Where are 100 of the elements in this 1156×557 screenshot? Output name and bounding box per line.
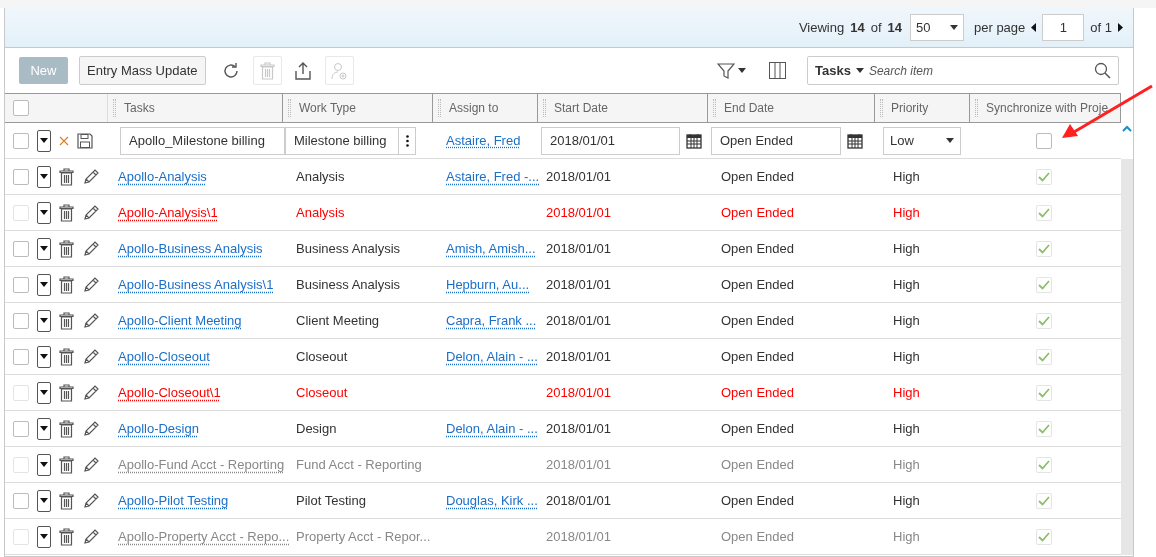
row-checkbox[interactable] [13,240,29,257]
row-menu-button[interactable] [37,273,51,296]
trash-icon[interactable] [59,275,74,294]
row-checkbox[interactable] [13,312,29,329]
start-date-field[interactable]: 2018/01/01 [541,126,680,155]
edit-icon[interactable] [82,239,100,258]
task-link[interactable]: Apollo-Pilot Testing [118,492,229,508]
filter-button[interactable] [717,61,746,80]
work-type-field[interactable]: Milestone billing [285,126,399,155]
trash-icon[interactable] [59,491,74,510]
sync-checkbox[interactable] [1035,132,1052,149]
search-bar[interactable]: Tasks Search item [807,56,1119,85]
column-header[interactable]: End Date [724,99,775,117]
row-menu-button[interactable] [37,417,51,440]
row-menu-button[interactable] [37,165,51,188]
trash-icon[interactable] [59,383,74,402]
assignee-link[interactable]: Douglas, Kirk ... [446,492,538,508]
assignee-link[interactable]: Delon, Alain - ... [446,348,538,364]
row-checkbox[interactable] [13,348,29,365]
entry-mass-update-button[interactable]: Entry Mass Update [79,56,206,85]
task-name-field[interactable]: Apollo_Milestone billing [120,126,285,155]
task-link[interactable]: Apollo-Closeout\1 [118,384,221,400]
trash-icon[interactable] [59,311,74,330]
column-header[interactable]: Tasks [124,99,155,117]
column-header[interactable]: Start Date [554,99,609,117]
trash-icon[interactable] [59,347,74,366]
trash-icon[interactable] [59,167,74,186]
task-link[interactable]: Apollo-Closeout [118,348,210,364]
select-all-checkbox[interactable] [13,100,29,116]
calendar-icon[interactable] [847,132,863,149]
edit-icon[interactable] [82,455,100,474]
assignee-link[interactable]: Astaire, Fred -... [446,168,540,184]
task-link[interactable]: Apollo-Analysis [118,168,207,184]
edit-icon[interactable] [82,203,100,222]
priority-select[interactable]: Low [883,126,961,155]
row-menu-button[interactable] [37,129,51,152]
edit-icon[interactable] [82,275,100,294]
trash-icon[interactable] [59,455,74,474]
next-page-icon[interactable] [1118,23,1123,32]
column-header[interactable]: Assign to [449,99,499,117]
total-count: 14 [887,18,902,37]
assignee-link[interactable]: Amish, Amish... [446,240,536,256]
row-menu-button[interactable] [37,309,51,332]
task-link[interactable]: Apollo-Business Analysis\1 [118,276,274,292]
end-date-cell: Open Ended [721,312,794,328]
assignee-link[interactable]: Delon, Alain - ... [446,420,538,436]
assignee-link[interactable]: Astaire, Fred [446,132,521,148]
per-page-select[interactable]: 50 [910,14,964,41]
priority-cell: High [893,384,920,400]
edit-icon[interactable] [82,419,100,438]
caret-icon [40,210,48,215]
edit-icon[interactable] [82,527,100,546]
scroll-up-icon[interactable] [1122,125,1132,132]
previous-page-icon[interactable] [1031,23,1037,32]
row-checkbox[interactable] [13,132,29,149]
row-checkbox[interactable] [13,420,29,437]
edit-icon[interactable] [82,347,100,366]
trash-icon[interactable] [59,239,74,258]
priority-cell: High [893,240,920,256]
row-menu-button[interactable] [37,381,51,404]
edit-icon[interactable] [82,311,100,330]
row-menu-button[interactable] [37,489,51,512]
row-checkbox[interactable] [13,276,29,293]
task-link[interactable]: Apollo-Analysis\1 [118,204,218,220]
save-icon[interactable] [77,132,93,149]
row-menu-button[interactable] [37,237,51,260]
scrollbar[interactable] [1121,123,1133,555]
column-header[interactable]: Synchronize with Proje [986,99,1109,117]
trash-icon[interactable] [59,419,74,438]
search-field[interactable]: Search item [868,61,1089,80]
assignee-link[interactable]: Capra, Frank ... [446,312,537,328]
calendar-icon[interactable] [686,132,702,149]
row-menu-button[interactable] [37,345,51,368]
caret-icon [40,534,48,539]
row-checkbox[interactable] [13,168,29,185]
edit-icon[interactable] [82,383,100,402]
task-link[interactable]: Apollo-Client Meeting [118,312,242,328]
task-link[interactable]: Apollo-Property Acct - Repo... [118,528,290,544]
task-link[interactable]: Apollo-Business Analysis [118,240,263,256]
edit-icon[interactable] [82,491,100,510]
row-menu-button[interactable] [37,453,51,476]
more-button[interactable] [399,126,416,155]
cancel-icon[interactable] [59,135,69,146]
search-scope-label[interactable]: Tasks [815,60,851,81]
end-date-field[interactable]: Open Ended [711,126,841,155]
row-checkbox[interactable] [13,492,29,509]
columns-icon[interactable] [769,62,786,79]
column-header[interactable]: Work Type [299,99,356,117]
task-link[interactable]: Apollo-Fund Acct - Reporting [118,456,285,472]
page-field[interactable]: 1 [1042,14,1085,41]
row-menu-button[interactable] [37,525,51,548]
edit-icon[interactable] [82,167,100,186]
search-icon[interactable] [1094,62,1111,79]
column-header[interactable]: Priority [891,99,929,117]
assignee-link[interactable]: Hepburn, Au... [446,276,530,292]
task-link[interactable]: Apollo-Design [118,420,199,436]
start-date-cell: 2018/01/01 [546,456,612,472]
trash-icon[interactable] [59,203,74,222]
trash-icon[interactable] [59,527,74,546]
row-menu-button[interactable] [37,201,51,224]
